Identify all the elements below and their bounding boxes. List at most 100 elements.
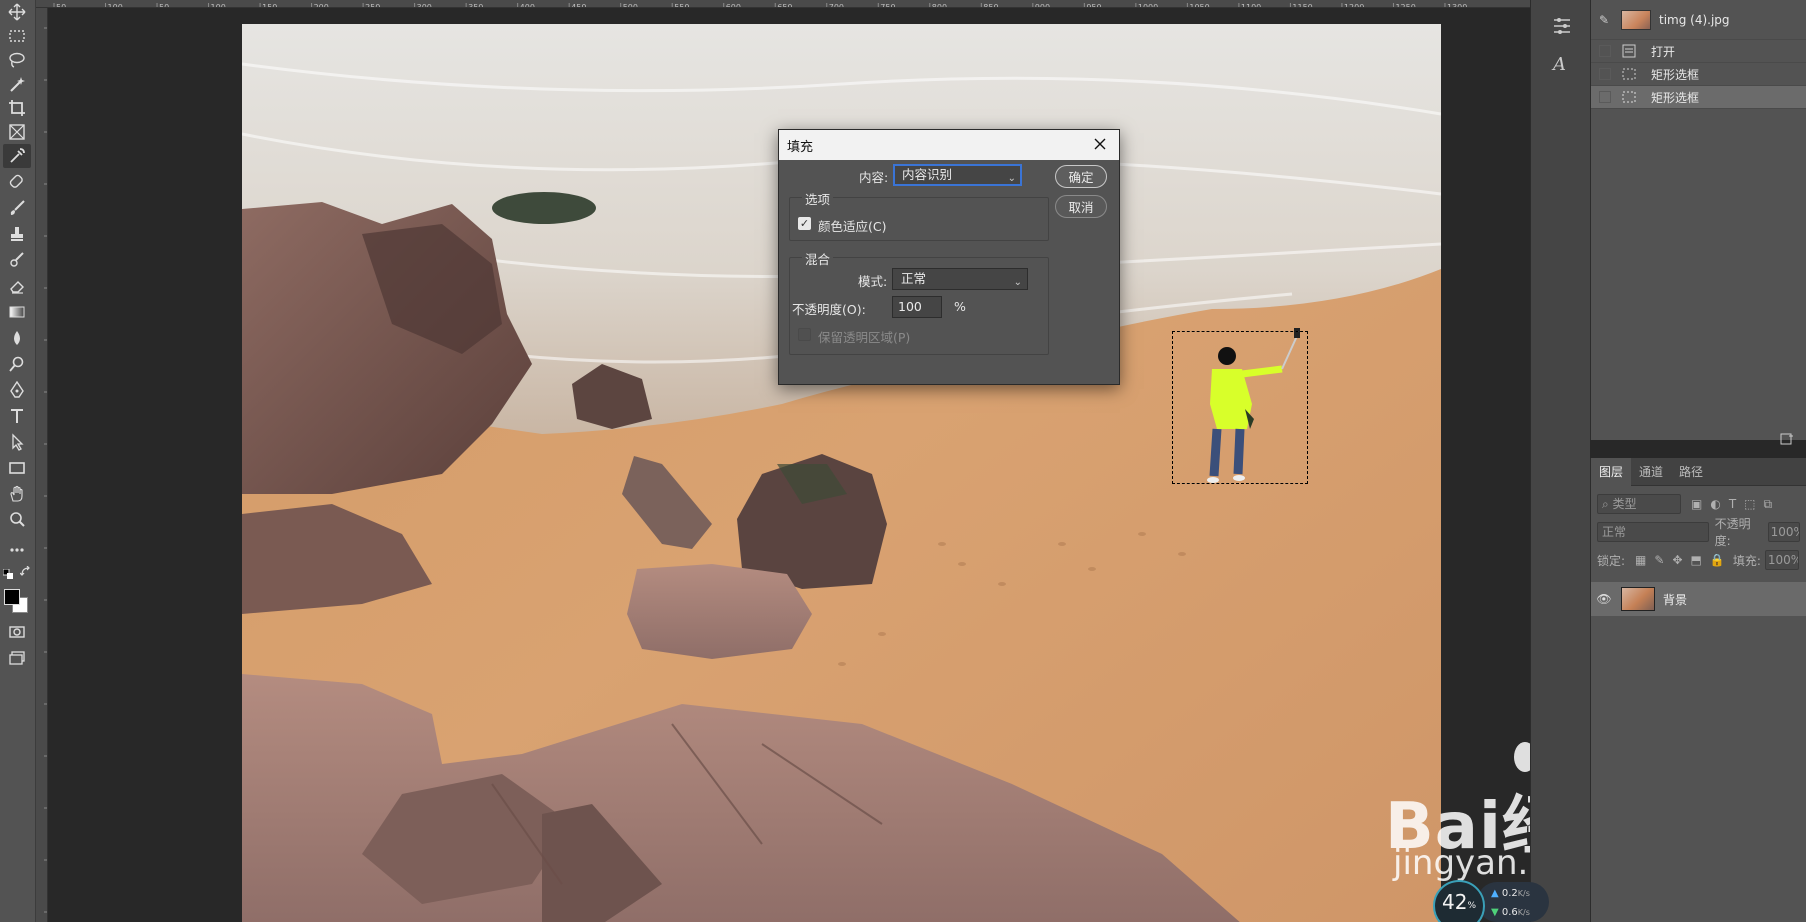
history-brush-source-checkbox[interactable] xyxy=(1599,45,1611,57)
ok-button[interactable]: 确定 xyxy=(1055,165,1107,188)
screen-mode-icon[interactable] xyxy=(3,646,31,670)
rectangular-marquee-icon xyxy=(1621,90,1637,104)
content-label: 内容: xyxy=(859,170,889,185)
network-speed-widget[interactable]: ▲ 0.2K/s ▼ 0.6K/s 42% xyxy=(1433,880,1553,922)
options-group-title: 选项 xyxy=(802,189,834,208)
history-item-label: 矩形选框 xyxy=(1651,90,1700,105)
foreground-color-swatch[interactable] xyxy=(4,589,20,605)
layers-panel: 图层 通道 路径 ⌕ 类型 ▣ ◐ T ⬚ ⧉ 正常 不透明度: 100% 锁定… xyxy=(1590,457,1806,922)
lock-image-icon[interactable]: ✎ xyxy=(1654,553,1664,567)
layer-row-background[interactable]: 👁 背景 xyxy=(1591,582,1806,616)
usage-percent-circle: 42% xyxy=(1433,880,1485,922)
layer-fill-value: 100% xyxy=(1767,553,1799,567)
dialog-titlebar[interactable]: 填充 xyxy=(779,130,1119,160)
rectangle-tool-icon[interactable] xyxy=(3,456,31,480)
history-panel-icon[interactable] xyxy=(1551,14,1573,36)
download-speed: 0.6 xyxy=(1501,907,1518,918)
hand-tool-icon[interactable] xyxy=(3,482,31,506)
blend-mode-select[interactable]: 正常 ⌄ xyxy=(892,268,1028,290)
rectangular-marquee-icon xyxy=(1621,67,1637,81)
options-group: 选项 ✓ 颜色适应(C) xyxy=(789,189,1049,241)
lasso-tool-icon[interactable] xyxy=(3,48,31,72)
filter-adjustment-icon[interactable]: ◐ xyxy=(1710,497,1720,511)
zoom-tool-icon[interactable] xyxy=(3,508,31,532)
eraser-tool-icon[interactable] xyxy=(3,274,31,298)
lock-all-icon[interactable]: 🔒 xyxy=(1710,553,1725,567)
lock-artboard-icon[interactable]: ⬒ xyxy=(1691,553,1702,567)
preserve-transparency-checkbox[interactable] xyxy=(798,328,811,341)
content-select[interactable]: 内容识别 ⌄ xyxy=(893,164,1022,186)
blend-row: 正常 不透明度: 100% xyxy=(1591,517,1806,548)
healing-brush-tool-icon[interactable] xyxy=(3,170,31,194)
history-item[interactable]: 打开 xyxy=(1591,40,1806,63)
default-colors-icon[interactable] xyxy=(2,568,13,579)
layer-opacity-input[interactable]: 100% xyxy=(1767,522,1800,542)
history-brush-tool-icon[interactable] xyxy=(3,248,31,272)
tab-paths[interactable]: 路径 xyxy=(1671,458,1711,486)
photoshop-window: 50 100 50 100 150 200 250 300 350 400 450 500 550 600… xyxy=(0,0,1806,922)
tab-layers[interactable]: 图层 xyxy=(1591,457,1632,486)
dialog-title: 填充 xyxy=(787,139,814,155)
blend-mode-select[interactable]: 正常 xyxy=(1597,522,1709,542)
chevron-down-icon: ⌄ xyxy=(1007,173,1016,184)
filter-type-icon[interactable]: T xyxy=(1729,497,1736,511)
filter-pixel-icon[interactable]: ▣ xyxy=(1691,497,1702,511)
path-selection-tool-icon[interactable] xyxy=(3,430,31,454)
clone-stamp-tool-icon[interactable] xyxy=(3,222,31,246)
more-tools-icon[interactable] xyxy=(3,538,31,562)
usage-percent: 42 xyxy=(1441,890,1468,914)
filter-smart-object-icon[interactable]: ⧉ xyxy=(1764,497,1773,512)
lock-label: 锁定: xyxy=(1597,553,1626,568)
cancel-button[interactable]: 取消 xyxy=(1055,195,1107,218)
opacity-input[interactable]: 100 xyxy=(892,296,942,318)
marquee-tool-icon[interactable] xyxy=(3,24,31,48)
history-item-selected[interactable]: 矩形选框 xyxy=(1591,86,1806,109)
blend-mode-value: 正常 xyxy=(1602,525,1627,539)
crop-tool-icon[interactable] xyxy=(3,96,31,120)
new-document-from-state-icon[interactable] xyxy=(1780,432,1794,446)
history-brush-source-checkbox[interactable] xyxy=(1599,68,1611,80)
magic-wand-tool-icon[interactable] xyxy=(3,72,31,96)
rectangular-selection-marquee[interactable] xyxy=(1172,331,1308,484)
history-brush-icon[interactable]: ✎ xyxy=(1599,13,1613,27)
snapshot-label: timg (4).jpg xyxy=(1659,12,1730,27)
tab-channels[interactable]: 通道 xyxy=(1631,458,1671,486)
chevron-down-icon: ⌄ xyxy=(1013,277,1022,288)
type-tool-icon[interactable] xyxy=(3,404,31,428)
layer-filter-row: ⌕ 类型 ▣ ◐ T ⬚ ⧉ xyxy=(1591,490,1806,518)
pen-tool-icon[interactable] xyxy=(3,378,31,402)
quick-mask-icon[interactable] xyxy=(3,620,31,644)
content-select-value: 内容识别 xyxy=(902,167,953,182)
layer-fill-input[interactable]: 100% xyxy=(1764,550,1799,570)
layer-name[interactable]: 背景 xyxy=(1663,591,1687,608)
history-snapshot[interactable]: ✎ timg (4).jpg xyxy=(1591,0,1806,40)
search-icon: ⌕ xyxy=(1602,497,1613,511)
layer-filter-label: 类型 xyxy=(1612,497,1637,511)
preserve-transparency-label: 保留透明区域(P) xyxy=(818,330,911,345)
history-item-label: 矩形选框 xyxy=(1651,67,1700,82)
eyedropper-tool-icon[interactable] xyxy=(3,144,31,168)
dodge-tool-icon[interactable] xyxy=(3,352,31,376)
layer-filter-select[interactable]: ⌕ 类型 xyxy=(1597,494,1681,514)
history-panel: ✎ timg (4).jpg 打开 矩形选框 矩形选框 xyxy=(1590,0,1806,445)
gradient-tool-icon[interactable] xyxy=(3,300,31,324)
swap-colors-icon[interactable] xyxy=(19,565,32,578)
lock-transparent-icon[interactable]: ▦ xyxy=(1635,553,1646,567)
dialog-body: 内容: 内容识别 ⌄ 确定 取消 选项 ✓ 颜色适应(C) 混合 模式: 正常 … xyxy=(779,160,1119,386)
close-icon[interactable] xyxy=(1091,135,1109,153)
history-item-label: 打开 xyxy=(1651,44,1676,59)
history-item[interactable]: 矩形选框 xyxy=(1591,63,1806,86)
history-brush-source-checkbox[interactable] xyxy=(1599,91,1611,103)
open-document-icon xyxy=(1621,44,1637,58)
lock-position-icon[interactable]: ✥ xyxy=(1672,553,1682,567)
color-adaptation-checkbox[interactable]: ✓ xyxy=(798,217,811,230)
blur-tool-icon[interactable] xyxy=(3,326,31,350)
character-panel-icon[interactable]: A xyxy=(1553,54,1573,76)
brush-tool-icon[interactable] xyxy=(3,196,31,220)
move-tool-icon[interactable] xyxy=(3,0,31,24)
upload-arrow-icon: ▲ xyxy=(1491,888,1502,899)
usage-percent-unit: % xyxy=(1467,901,1476,911)
filter-shape-icon[interactable]: ⬚ xyxy=(1744,497,1755,511)
visibility-eye-icon[interactable]: 👁 xyxy=(1593,592,1615,606)
frame-tool-icon[interactable] xyxy=(3,120,31,144)
